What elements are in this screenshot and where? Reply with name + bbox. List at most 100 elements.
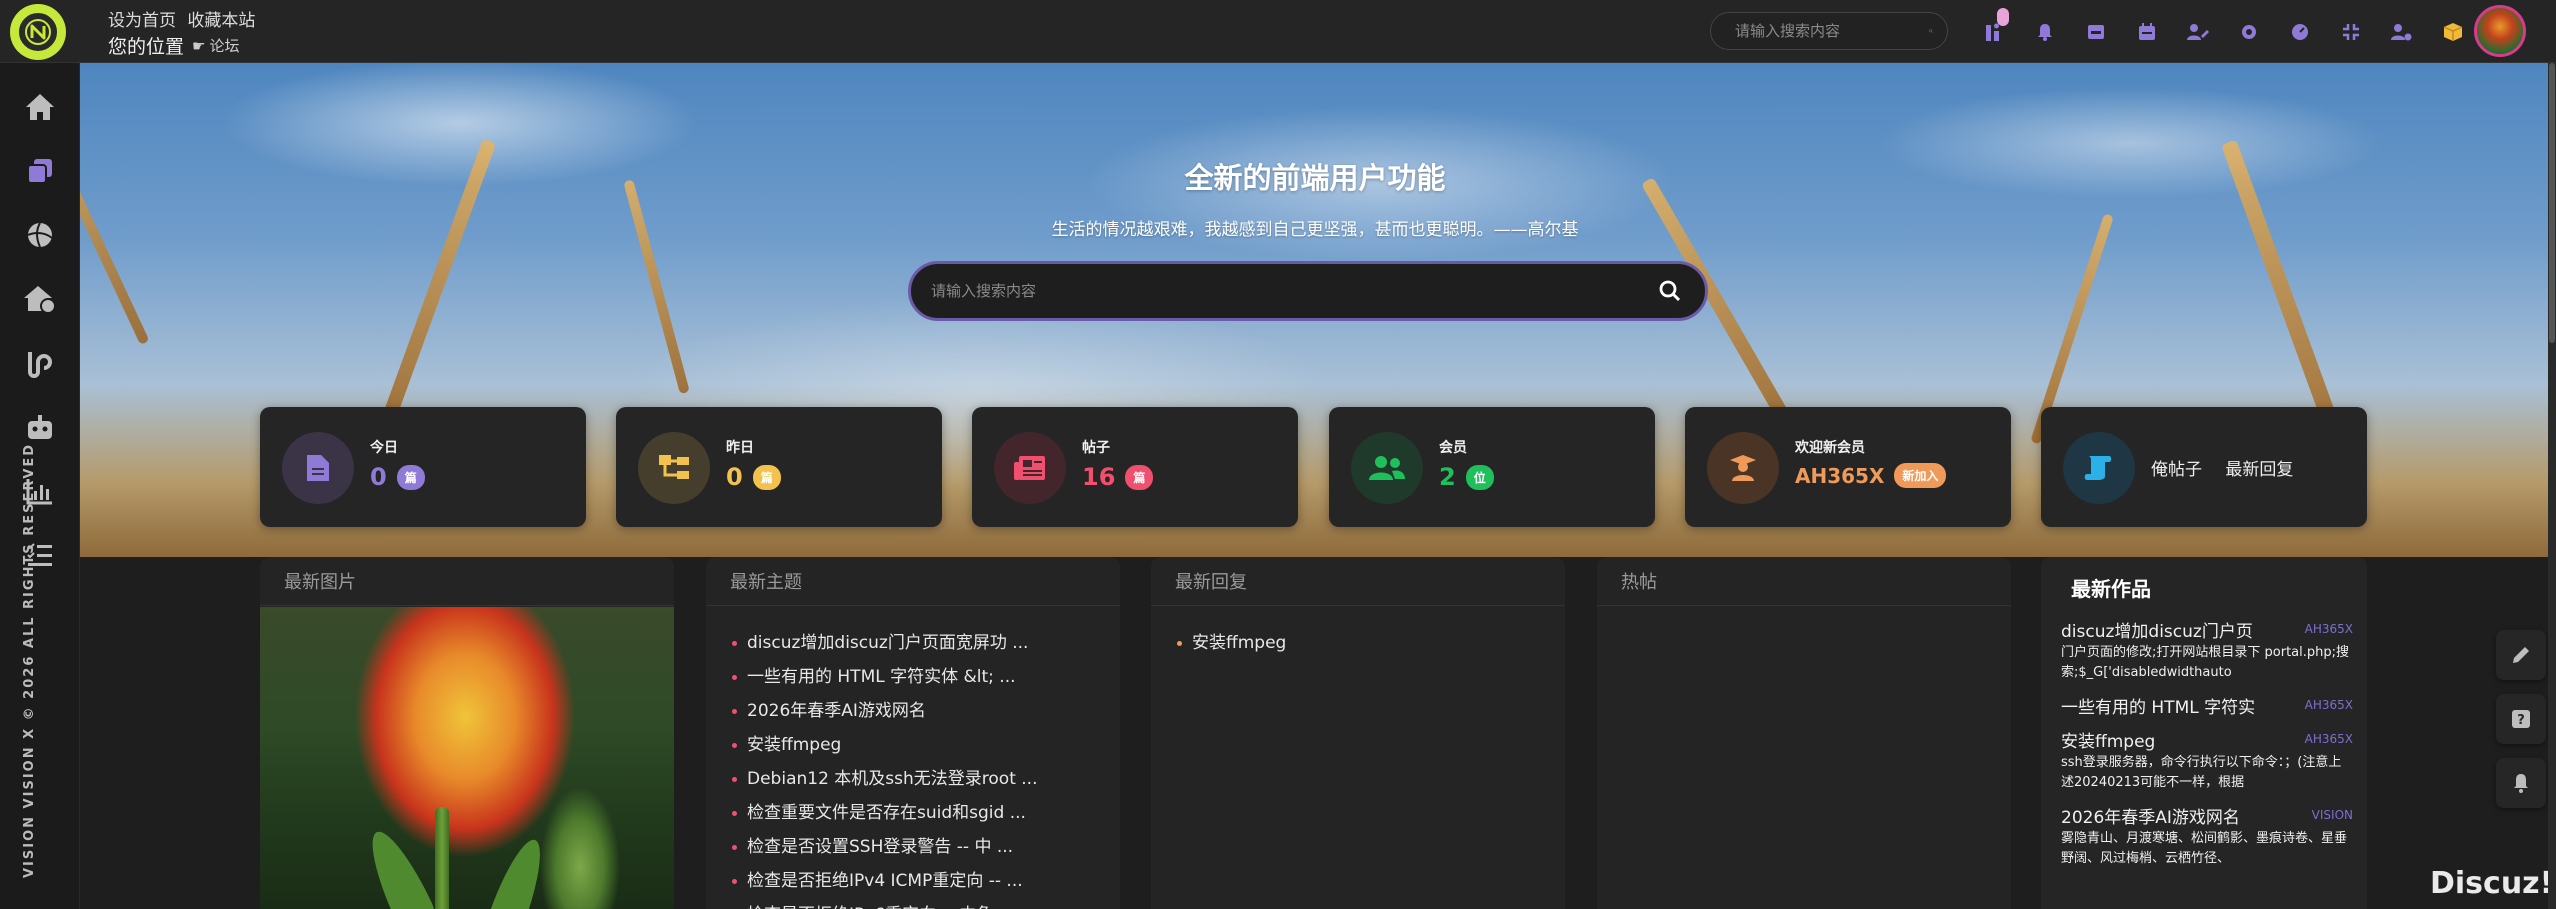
work-title[interactable]: 2026年春季AI游戏网名 [2061,803,2240,828]
list-item[interactable]: 检查重要文件是否存在suid和sgid ... [732,796,1120,830]
topic-link[interactable]: 一些有用的 HTML 字符实体 &lt; ... [747,660,1016,694]
latest-image-thumbnail[interactable] [260,607,674,909]
list-item[interactable]: 检查是否拒绝IPv6重定向 -- 中危 [732,898,1120,909]
box-icon [2443,23,2462,41]
tulip-leaf [358,823,442,909]
search-icon[interactable] [1929,23,1933,39]
latest-replies-link[interactable]: 最新回复 [2225,460,2293,480]
work-item[interactable]: 2026年春季AI游戏网名 VISION 雾隐青山、月渡寒塘、松间鹤影、墨痕诗卷… [2041,803,2367,869]
stat-card-members[interactable]: 会员 2 位 [1329,407,1655,527]
work-author[interactable]: AH365X [2305,732,2353,746]
stat-unit-badge: 篇 [396,464,425,490]
work-head: 安装ffmpeg AH365X [2061,727,2353,752]
package-button[interactable] [2427,12,2478,52]
work-title[interactable]: discuz增加discuz门户页 [2061,617,2253,642]
float-help-button[interactable]: ? [2496,694,2546,744]
stat-card-posts[interactable]: 帖子 16 篇 [972,407,1298,527]
top-search-input[interactable] [1735,22,1929,40]
notification-button[interactable] [2019,12,2070,52]
stat-card-today[interactable]: 今日 0 篇 [260,407,586,527]
task-button[interactable] [1968,8,2019,52]
stat-unit-badge: 篇 [752,464,781,490]
sidebar-item-home[interactable] [20,87,60,127]
sidebar-item-copy[interactable] [20,151,60,191]
work-author[interactable]: AH365X [2305,698,2353,712]
breadcrumb-label: 您的位置 [108,36,185,58]
work-item[interactable]: 一些有用的 HTML 字符实 AH365X [2041,693,2367,718]
bookmark-site-link[interactable]: 收藏本站 [187,11,255,31]
robot-icon [28,415,52,439]
list-item[interactable]: 安装ffmpeg [732,728,1120,762]
work-desc: 门户页面的修改;打开网站根目录下 portal.php;搜索;$_G['disa… [2061,645,2349,680]
work-item[interactable]: discuz增加discuz门户页 AH365X 门户页面的修改;打开网站根目录… [2041,617,2367,683]
top-links: 设为首页 收藏本站 [108,6,261,31]
work-item[interactable]: 安装ffmpeg AH365X ssh登录服务器，命令行执行以下命令：；(注意上… [2041,727,2367,793]
topic-link[interactable]: 检查是否拒绝IPv4 ICMP重定向 -- ... [747,864,1023,898]
hero-quote: 生活的情况越艰难，我越感到自己更坚强，甚而也更聪明。——高尔基 [1051,220,1579,240]
stat-value: 0 [726,463,743,491]
breadcrumb-forum-link[interactable]: 论坛 [209,35,239,56]
sidebar-item-volleyball[interactable] [20,215,60,255]
stat-card-new-member[interactable]: 欢迎新会员 AH365X 新加入 [1685,407,2011,527]
stat-value: 0 [370,463,387,491]
topic-link[interactable]: 检查是否拒绝IPv6重定向 -- 中危 [747,898,993,909]
list-item[interactable]: 检查是否设置SSH登录警告 -- 中 ... [732,830,1120,864]
float-post-button[interactable] [2496,630,2546,680]
topic-link[interactable]: 检查是否设置SSH登录警告 -- 中 ... [747,830,1013,864]
list-item[interactable]: discuz增加discuz门户页面宽屏功 ... [732,626,1120,660]
set-homepage-link[interactable]: 设为首页 [108,11,176,31]
logo-mark [16,10,60,54]
sidebar-item-robot[interactable] [20,407,60,447]
new-member-name[interactable]: AH365X [1795,464,1884,488]
bullet-dot [732,776,737,782]
notification-badge [1997,8,2009,26]
reply-link[interactable]: 安装ffmpeg [1192,626,1286,660]
stat-value: 16 [1082,463,1116,491]
work-author[interactable]: AH365X [2305,622,2353,636]
scrollbar-thumb[interactable] [2549,63,2555,343]
user-manage-button[interactable] [2376,12,2427,52]
panel-title: 最新回复 [1151,557,1565,606]
search-icon[interactable] [1659,280,1681,302]
my-posts-link[interactable]: 俺帖子 [2151,460,2202,480]
dashboard-button[interactable] [2274,12,2325,52]
stat-value-row: 16 篇 [1082,463,1154,491]
page-scrollbar[interactable] [2548,63,2556,909]
compress-icon [2342,24,2359,40]
stat-value-row: 2 位 [1439,463,1494,491]
topic-link[interactable]: discuz增加discuz门户页面宽屏功 ... [747,626,1028,660]
settings-button[interactable] [2223,12,2274,52]
help-icon: ? [2512,710,2530,728]
scroll-icon [2084,456,2112,480]
work-title[interactable]: 一些有用的 HTML 字符实 [2061,693,2255,718]
calendar-button[interactable] [2121,12,2172,52]
wheat-decor [623,179,690,395]
topic-link[interactable]: Debian12 本机及ssh无法登录root ... [747,762,1037,796]
topic-link[interactable]: 2026年春季AI游戏网名 [747,694,926,728]
tulip-stem [435,807,449,909]
list-item[interactable]: 2026年春季AI游戏网名 [732,694,1120,728]
list-item[interactable]: Debian12 本机及ssh无法登录root ... [732,762,1120,796]
sidebar-item-blog[interactable] [20,343,60,383]
top-bar: 设为首页 收藏本站 您的位置 ☛ 论坛 [0,0,2556,63]
hero-search-input[interactable] [931,282,1659,300]
users-icon [1369,456,1405,480]
edit-profile-button[interactable] [2172,12,2223,52]
stat-unit-badge: 位 [1465,464,1494,490]
work-title[interactable]: 安装ffmpeg [2061,727,2155,752]
fullscreen-button[interactable] [2325,12,2376,52]
sidebar-item-home-user[interactable] [20,279,60,319]
stat-card-yesterday[interactable]: 昨日 0 篇 [616,407,942,527]
my-post-links: 俺帖子 最新回复 [2151,455,2311,480]
site-logo[interactable] [10,4,66,60]
topic-link[interactable]: 安装ffmpeg [747,728,841,762]
float-notify-button[interactable] [2496,758,2546,808]
list-item[interactable]: 安装ffmpeg [1177,626,1565,660]
list-item[interactable]: 检查是否拒绝IPv4 ICMP重定向 -- ... [732,864,1120,898]
topic-link[interactable]: 检查重要文件是否存在suid和sgid ... [747,796,1026,830]
inbox-button[interactable] [2070,12,2121,52]
work-author[interactable]: VISION [2312,808,2353,822]
user-avatar[interactable] [2474,5,2526,57]
stat-label: 今日 [370,440,398,456]
list-item[interactable]: 一些有用的 HTML 字符实体 &lt; ... [732,660,1120,694]
